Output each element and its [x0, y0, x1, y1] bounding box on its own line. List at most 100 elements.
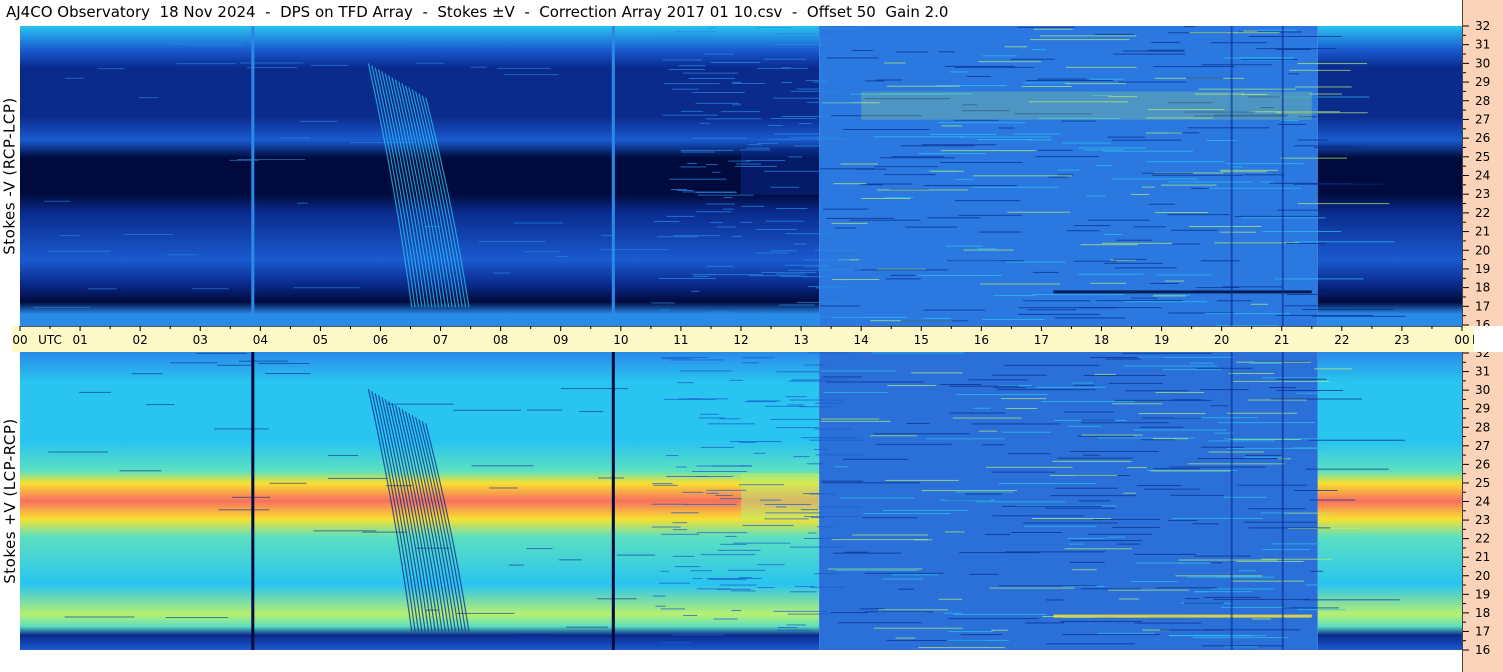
rfi-streak [653, 220, 680, 222]
rfi-streak [891, 574, 938, 576]
rfi-streak [678, 398, 702, 400]
rfi-streak [387, 403, 454, 405]
rfi-streak [739, 441, 757, 443]
rfi-streak [1137, 356, 1234, 358]
rfi-streak [1286, 243, 1326, 245]
rfi-streak [835, 569, 918, 571]
rfi-streak [804, 364, 827, 366]
rfi-streak [843, 128, 930, 130]
rfi-streak [885, 278, 921, 280]
rfi-streak [713, 618, 738, 620]
rfi-streak [741, 205, 765, 207]
rfi-streak [849, 219, 921, 221]
rfi-streak [1150, 282, 1179, 284]
rfi-streak [719, 584, 757, 586]
rfi-streak [706, 265, 734, 267]
rfi-streak [938, 122, 1026, 124]
rfi-streak [662, 114, 718, 116]
rfi-streak [834, 466, 849, 468]
utc-tick-label-5: 05 [313, 333, 328, 347]
rfi-streak [1067, 537, 1105, 539]
rfi-streak [192, 288, 229, 290]
rfi-streak [992, 515, 1084, 517]
rfi-streak [992, 471, 1056, 473]
rfi-streak [513, 322, 549, 324]
rfi-streak [939, 499, 995, 501]
rfi-streak [918, 647, 1005, 649]
rfi-streak [878, 609, 949, 611]
rfi-streak [1087, 219, 1150, 221]
rfi-streak [293, 287, 361, 289]
rfi-streak [742, 362, 759, 364]
rfi-streak [1092, 518, 1161, 520]
rfi-streak [1023, 525, 1097, 527]
rfi-streak [963, 249, 1014, 251]
rfi-streak [349, 142, 414, 144]
rfi-streak [1057, 457, 1134, 459]
rfi-streak [696, 588, 731, 590]
rfi-streak [217, 364, 253, 366]
rfi-streak [767, 138, 798, 140]
rfi-streak [708, 579, 747, 581]
rfi-streak [740, 149, 770, 151]
rfi-streak [678, 65, 706, 67]
rfi-streak [1095, 165, 1113, 167]
rfi-streak [1296, 392, 1318, 394]
bottom-freq-label-28: 28 [1475, 420, 1490, 434]
rfi-streak [825, 381, 925, 383]
rfi-streak [784, 264, 829, 266]
rfi-streak [1161, 184, 1217, 186]
rfi-streak [1294, 86, 1352, 88]
rfi-streak [33, 306, 91, 308]
rfi-streak [385, 485, 412, 487]
rfi-streak [1277, 209, 1324, 211]
bottom-freq-label-20: 20 [1475, 569, 1490, 583]
rfi-streak [1113, 258, 1147, 260]
rfi-streak [732, 104, 741, 106]
rfi-streak [48, 451, 108, 453]
bottom-freq-label-25: 25 [1475, 476, 1490, 490]
rfi-streak [257, 362, 310, 364]
rfi-streak [566, 626, 608, 628]
rfi-streak [759, 499, 781, 501]
top-freq-label-29: 29 [1475, 75, 1490, 89]
rfi-streak [884, 196, 914, 198]
rfi-streak [826, 217, 895, 219]
rfi-streak [695, 192, 737, 194]
rfi-streak [839, 497, 915, 499]
rfi-streak [876, 79, 903, 81]
rfi-streak [788, 380, 826, 382]
rfi-streak [1003, 364, 1100, 366]
rfi-streak [876, 443, 952, 445]
rfi-streak [1123, 492, 1136, 494]
rfi-streak [1023, 82, 1070, 84]
rfi-streak [1202, 645, 1283, 647]
rfi-streak [765, 512, 823, 514]
rfi-streak [775, 427, 820, 429]
rfi-streak [1072, 569, 1097, 571]
rfi-streak [1097, 632, 1155, 634]
bottom-freq-label-27: 27 [1475, 439, 1490, 453]
rfi-streak [660, 642, 692, 644]
rfi-streak [997, 389, 1096, 391]
utc-tick-label-24: 00 [1454, 333, 1469, 347]
rfi-streak [1040, 35, 1137, 37]
rfi-streak [1072, 382, 1094, 384]
top-freq-label-28: 28 [1475, 94, 1490, 108]
rfi-streak [1090, 78, 1124, 80]
rfi-streak [982, 55, 1018, 57]
rfi-streak [871, 352, 964, 354]
rfi-streak [946, 260, 1024, 262]
rfi-streak [873, 433, 970, 435]
rfi-streak [1080, 422, 1169, 424]
rfi-streak [683, 614, 698, 616]
rfi-streak [1243, 456, 1282, 458]
rfi-streak [898, 588, 915, 590]
rfi-streak [559, 559, 582, 561]
top-freq-label-24: 24 [1475, 169, 1490, 183]
rfi-streak [1037, 78, 1088, 80]
rfi-streak [1211, 42, 1267, 44]
night-background [1317, 26, 1462, 326]
rfi-streak [1167, 520, 1197, 522]
rfi-streak [664, 83, 720, 85]
